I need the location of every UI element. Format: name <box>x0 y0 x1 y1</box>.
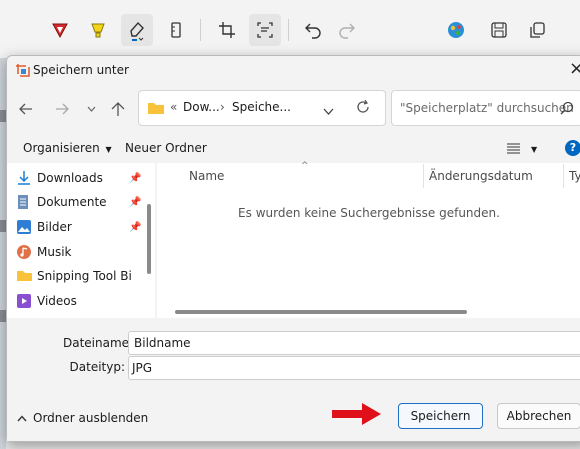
music-icon <box>17 245 31 259</box>
search-icon[interactable] <box>560 101 574 118</box>
save-icon[interactable] <box>483 14 515 46</box>
sidebar-item-label: Snipping Tool Bi <box>37 269 132 283</box>
sidebar-item-label: Bilder <box>37 220 72 234</box>
sidebar-item-downloads[interactable]: Downloads 📌 <box>18 167 141 189</box>
download-icon <box>18 171 30 185</box>
filename-field[interactable]: Bildname <box>128 331 580 355</box>
up-button[interactable] <box>107 96 129 122</box>
sidebar-item-pictures[interactable]: Bilder 📌 <box>17 216 141 238</box>
breadcrumb-overflow[interactable]: « <box>170 100 177 114</box>
toolbar-divider <box>288 19 289 41</box>
ruler-icon[interactable] <box>160 14 192 46</box>
pin-icon[interactable]: 📌 <box>129 197 141 208</box>
sidebar-item-label: Videos <box>37 294 77 308</box>
recent-locations-button[interactable] <box>83 96 99 122</box>
copy-icon[interactable] <box>521 14 553 46</box>
search-placeholder: "Speicherplatz" durchsuchen <box>400 101 574 115</box>
paint-icon[interactable] <box>440 14 472 46</box>
view-options-icon[interactable] <box>507 143 520 157</box>
save-as-dialog: Speichern unter × « Dow... › Speiche... … <box>6 55 580 442</box>
close-button[interactable]: × <box>569 58 580 79</box>
address-bar[interactable]: « Dow... › Speiche... <box>138 90 386 126</box>
crop-icon[interactable] <box>211 14 243 46</box>
sidebar-item-music[interactable]: Musik <box>17 241 72 263</box>
filetype-select[interactable]: JPG <box>128 356 580 380</box>
sidebar-item-label: Musik <box>37 245 72 259</box>
empty-message: Es wurden keine Suchergebnisse gefunden. <box>238 206 500 220</box>
save-button[interactable]: Speichern <box>398 403 483 429</box>
sidebar-item-snipping-folder[interactable]: Snipping Tool Bi <box>17 265 132 287</box>
red-arrow-annotation <box>332 402 382 429</box>
sidebar-scrollbar[interactable] <box>147 204 151 274</box>
document-icon <box>18 195 28 209</box>
search-field[interactable]: "Speicherplatz" durchsuchen <box>391 90 580 126</box>
help-button[interactable]: ? <box>565 140 580 156</box>
sidebar-item-videos[interactable]: Videos <box>17 290 77 312</box>
column-divider <box>563 164 564 188</box>
folder-icon <box>148 101 164 117</box>
column-divider <box>423 164 424 188</box>
pin-icon[interactable]: 📌 <box>129 222 141 233</box>
sidebar-item-label: Dokumente <box>37 195 107 209</box>
refresh-icon[interactable] <box>356 99 370 117</box>
column-type[interactable]: Typ <box>569 169 580 183</box>
breadcrumb-separator: › <box>220 100 225 114</box>
column-date[interactable]: Änderungsdatum <box>429 169 533 183</box>
organize-label: Organisieren <box>23 141 100 155</box>
video-icon <box>17 294 31 308</box>
filename-label: Dateiname: <box>63 336 134 350</box>
new-folder-button[interactable]: Neuer Ordner <box>125 141 207 155</box>
sidebar-item-documents[interactable]: Dokumente 📌 <box>18 191 141 213</box>
breadcrumb-segment[interactable]: Speiche... <box>232 100 291 114</box>
breadcrumb-segment[interactable]: Dow... <box>183 100 220 114</box>
forward-button[interactable] <box>51 96 73 122</box>
view-dropdown-icon[interactable]: ▼ <box>531 145 537 154</box>
cancel-button[interactable]: Abbrechen <box>497 403 580 429</box>
app-icon <box>15 63 30 81</box>
hide-folders-button[interactable]: Ordner ausblenden <box>33 411 148 425</box>
sidebar-item-label: Downloads <box>37 171 103 185</box>
toolbar-divider <box>200 19 201 41</box>
pen-red-icon[interactable] <box>44 14 76 46</box>
sort-indicator-icon: ^ <box>301 161 309 171</box>
column-name[interactable]: Name <box>189 169 224 183</box>
filetype-label: Dateityp: <box>69 360 125 374</box>
horizontal-scrollbar[interactable] <box>175 310 467 314</box>
undo-icon[interactable] <box>297 14 329 46</box>
dialog-title: Speichern unter <box>33 63 129 77</box>
organize-menu[interactable]: Organisieren ▼ <box>23 141 112 155</box>
eraser-icon[interactable] <box>121 14 153 46</box>
navigation-pane: Downloads 📌 Dokumente 📌 Bilder 📌 Musik S… <box>7 163 155 318</box>
back-button[interactable] <box>15 96 37 122</box>
folder-icon <box>17 271 32 281</box>
chevron-up-icon[interactable] <box>17 411 27 425</box>
text-actions-icon[interactable] <box>249 14 281 46</box>
dropdown-arrow-icon: ▼ <box>105 145 112 154</box>
file-list <box>157 163 580 318</box>
chevron-down-icon[interactable] <box>323 104 334 118</box>
filetype-value: JPG <box>132 361 153 375</box>
pictures-icon <box>17 220 31 234</box>
pin-icon[interactable]: 📌 <box>129 173 141 184</box>
redo-icon[interactable] <box>331 14 363 46</box>
highlighter-icon[interactable] <box>82 14 114 46</box>
filename-value: Bildname <box>134 336 191 350</box>
